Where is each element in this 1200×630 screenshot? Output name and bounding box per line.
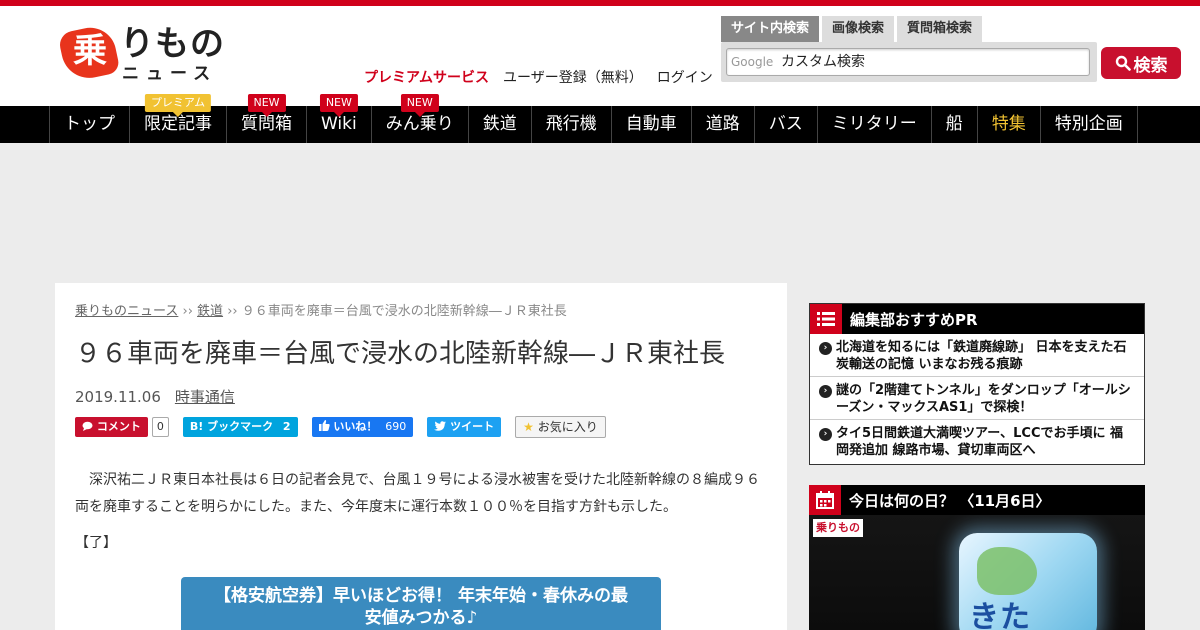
- nav-item-wiki[interactable]: NEW Wiki: [307, 94, 372, 143]
- twitter-bird-icon: [434, 421, 447, 431]
- site-logo[interactable]: 乗 りもの ニュース: [57, 22, 230, 88]
- editor-pr-header: 編集部おすすめPR: [810, 304, 1144, 334]
- editor-pr-title: 編集部おすすめPR: [850, 310, 978, 329]
- ad-text-line-2: 安値みつかる♪: [364, 608, 478, 628]
- tab-question-search[interactable]: 質問箱検索: [897, 16, 983, 42]
- breadcrumb: 乗りものニュース ›› 鉄道 ›› ９６車両を廃車＝台風で浸水の北陸新幹線―ＪＲ…: [75, 303, 567, 321]
- search-box: Google カスタム検索: [721, 42, 1097, 82]
- new-badge: NEW: [247, 94, 286, 112]
- header-links: プレミアムサービス ユーザー登録（無料） ログイン: [364, 68, 713, 88]
- thumbs-up-icon: [318, 420, 330, 431]
- main-nav: トップ プレミアム 限定記事 NEW 質問箱 NEW Wiki NEW みん乗り 鉄道 …: [0, 94, 1200, 143]
- search-button-label: 検索: [1133, 55, 1168, 76]
- premium-badge: プレミアム: [144, 94, 212, 112]
- favorite-button[interactable]: ★ お気に入り: [515, 416, 606, 438]
- article-date: 2019.11.06: [75, 388, 161, 406]
- nav-item-special[interactable]: 特別企画: [1041, 106, 1138, 143]
- new-badge: NEW: [319, 94, 358, 112]
- pr-list-item[interactable]: › 北海道を知るには「鉄道廃線跡」 日本を支えた石炭輸送の記憶 いまなお残る痕跡: [810, 334, 1144, 377]
- today-in-history-widget: 今日は何の日？ 〈11月6日〉 乗りもの きた: [809, 485, 1145, 630]
- facebook-like-button[interactable]: いいね！ 690: [311, 417, 414, 437]
- article-meta: 2019.11.06 時事通信: [75, 387, 235, 407]
- nav-item-feature[interactable]: 特集: [978, 106, 1041, 143]
- nav-item-minnori[interactable]: NEW みん乗り: [372, 94, 469, 143]
- nav-item-questions[interactable]: NEW 質問箱: [227, 94, 307, 143]
- breadcrumb-category[interactable]: 鉄道: [197, 304, 223, 319]
- article-body: 深沢祐二ＪＲ東日本社長は６日の記者会見で、台風１９号による浸水被害を受けた北陸新…: [75, 472, 761, 515]
- pr-list-item[interactable]: › 謎の「2階建てトンネル」をダンロップ「オールシーズン・マックスAS1」で探検…: [810, 377, 1144, 420]
- article-main: 乗りものニュース ›› 鉄道 ›› ９６車両を廃車＝台風で浸水の北陸新幹線―ＪＲ…: [55, 283, 787, 630]
- hatena-count: 2: [282, 420, 291, 433]
- premium-service-link[interactable]: プレミアムサービス: [364, 68, 489, 88]
- editor-pr-widget: 編集部おすすめPR › 北海道を知るには「鉄道廃線跡」 日本を支えた石炭輸送の記…: [809, 303, 1145, 465]
- search-tabs: サイト内検索 画像検索 質問箱検索: [721, 16, 983, 42]
- comment-count: 0: [151, 417, 169, 437]
- search-input[interactable]: Google カスタム検索: [726, 48, 1090, 76]
- chevron-right-icon: ›: [819, 385, 832, 398]
- nav-item-road[interactable]: 道路: [692, 106, 755, 143]
- breadcrumb-current: ９６車両を廃車＝台風で浸水の北陸新幹線―ＪＲ東社長: [241, 304, 567, 319]
- register-link[interactable]: ユーザー登録（無料）: [503, 68, 643, 88]
- pr-list-item[interactable]: › タイ5日間鉄道大満喫ツアー、LCCでお手頃に 福岡発追加 線路市場、貸切車両…: [810, 420, 1144, 463]
- sign-text: きた: [969, 600, 1031, 630]
- logo-sub-text: ニュース: [122, 64, 218, 84]
- today-photo[interactable]: 乗りもの きた: [809, 515, 1145, 630]
- facebook-like-count: 690: [385, 420, 407, 433]
- tab-image-search[interactable]: 画像検索: [822, 16, 895, 42]
- chevron-right-icon: ›: [819, 342, 832, 355]
- nav-item-limited[interactable]: プレミアム 限定記事: [130, 94, 227, 143]
- photo-watermark: 乗りもの: [813, 519, 863, 537]
- new-badge: NEW: [400, 94, 439, 112]
- sign-map-graphic: [977, 547, 1037, 595]
- logo-main-text: りもの: [120, 24, 225, 64]
- login-link[interactable]: ログイン: [657, 68, 713, 88]
- nav-item-railway[interactable]: 鉄道: [469, 106, 532, 143]
- search-button[interactable]: 検索: [1101, 47, 1181, 79]
- article-end-mark: 【了】: [75, 535, 117, 551]
- hatena-bookmark-button[interactable]: B! ブックマーク 2: [182, 417, 298, 437]
- today-header: 今日は何の日？ 〈11月6日〉: [809, 485, 1145, 515]
- breadcrumb-sep: ››: [227, 304, 238, 319]
- tab-site-search[interactable]: サイト内検索: [721, 16, 820, 42]
- nav-item-military[interactable]: ミリタリー: [818, 106, 932, 143]
- star-icon: ★: [523, 420, 534, 434]
- breadcrumb-home[interactable]: 乗りものニュース: [75, 304, 178, 319]
- chevron-right-icon: ›: [819, 428, 832, 441]
- article-source-link[interactable]: 時事通信: [175, 387, 235, 407]
- search-placeholder: カスタム検索: [781, 54, 865, 70]
- comment-button[interactable]: コメント: [75, 417, 148, 437]
- ad-text-line-1: 【格安航空券】早いほどお得！ 年末年始・春休みの最: [214, 586, 628, 606]
- airline-ticket-ad-button[interactable]: 【格安航空券】早いほどお得！ 年末年始・春休みの最 安値みつかる♪: [181, 577, 661, 630]
- nav-item-top[interactable]: トップ: [50, 106, 130, 143]
- google-brand: Google: [731, 55, 774, 69]
- tweet-button[interactable]: ツイート: [427, 417, 502, 437]
- nav-item-car[interactable]: 自動車: [612, 106, 692, 143]
- nav-item-airplane[interactable]: 飛行機: [532, 106, 612, 143]
- nav-item-bus[interactable]: バス: [755, 106, 818, 143]
- lit-station-sign: きた: [959, 533, 1097, 630]
- list-icon: [810, 304, 842, 334]
- calendar-icon: [809, 485, 841, 515]
- nav-item-ship[interactable]: 船: [932, 106, 978, 143]
- search-icon: [1115, 55, 1131, 71]
- logo-badge-text: 乗: [73, 31, 107, 71]
- comment-icon: [82, 421, 93, 431]
- article-title: ９６車両を廃車＝台風で浸水の北陸新幹線―ＪＲ東社長: [75, 339, 726, 369]
- today-title: 今日は何の日？ 〈11月6日〉: [849, 491, 1051, 510]
- share-buttons: コメント 0 B! ブックマーク 2 いいね！ 690 ツイート ★ お気に入り: [75, 416, 620, 438]
- breadcrumb-sep: ››: [182, 304, 193, 319]
